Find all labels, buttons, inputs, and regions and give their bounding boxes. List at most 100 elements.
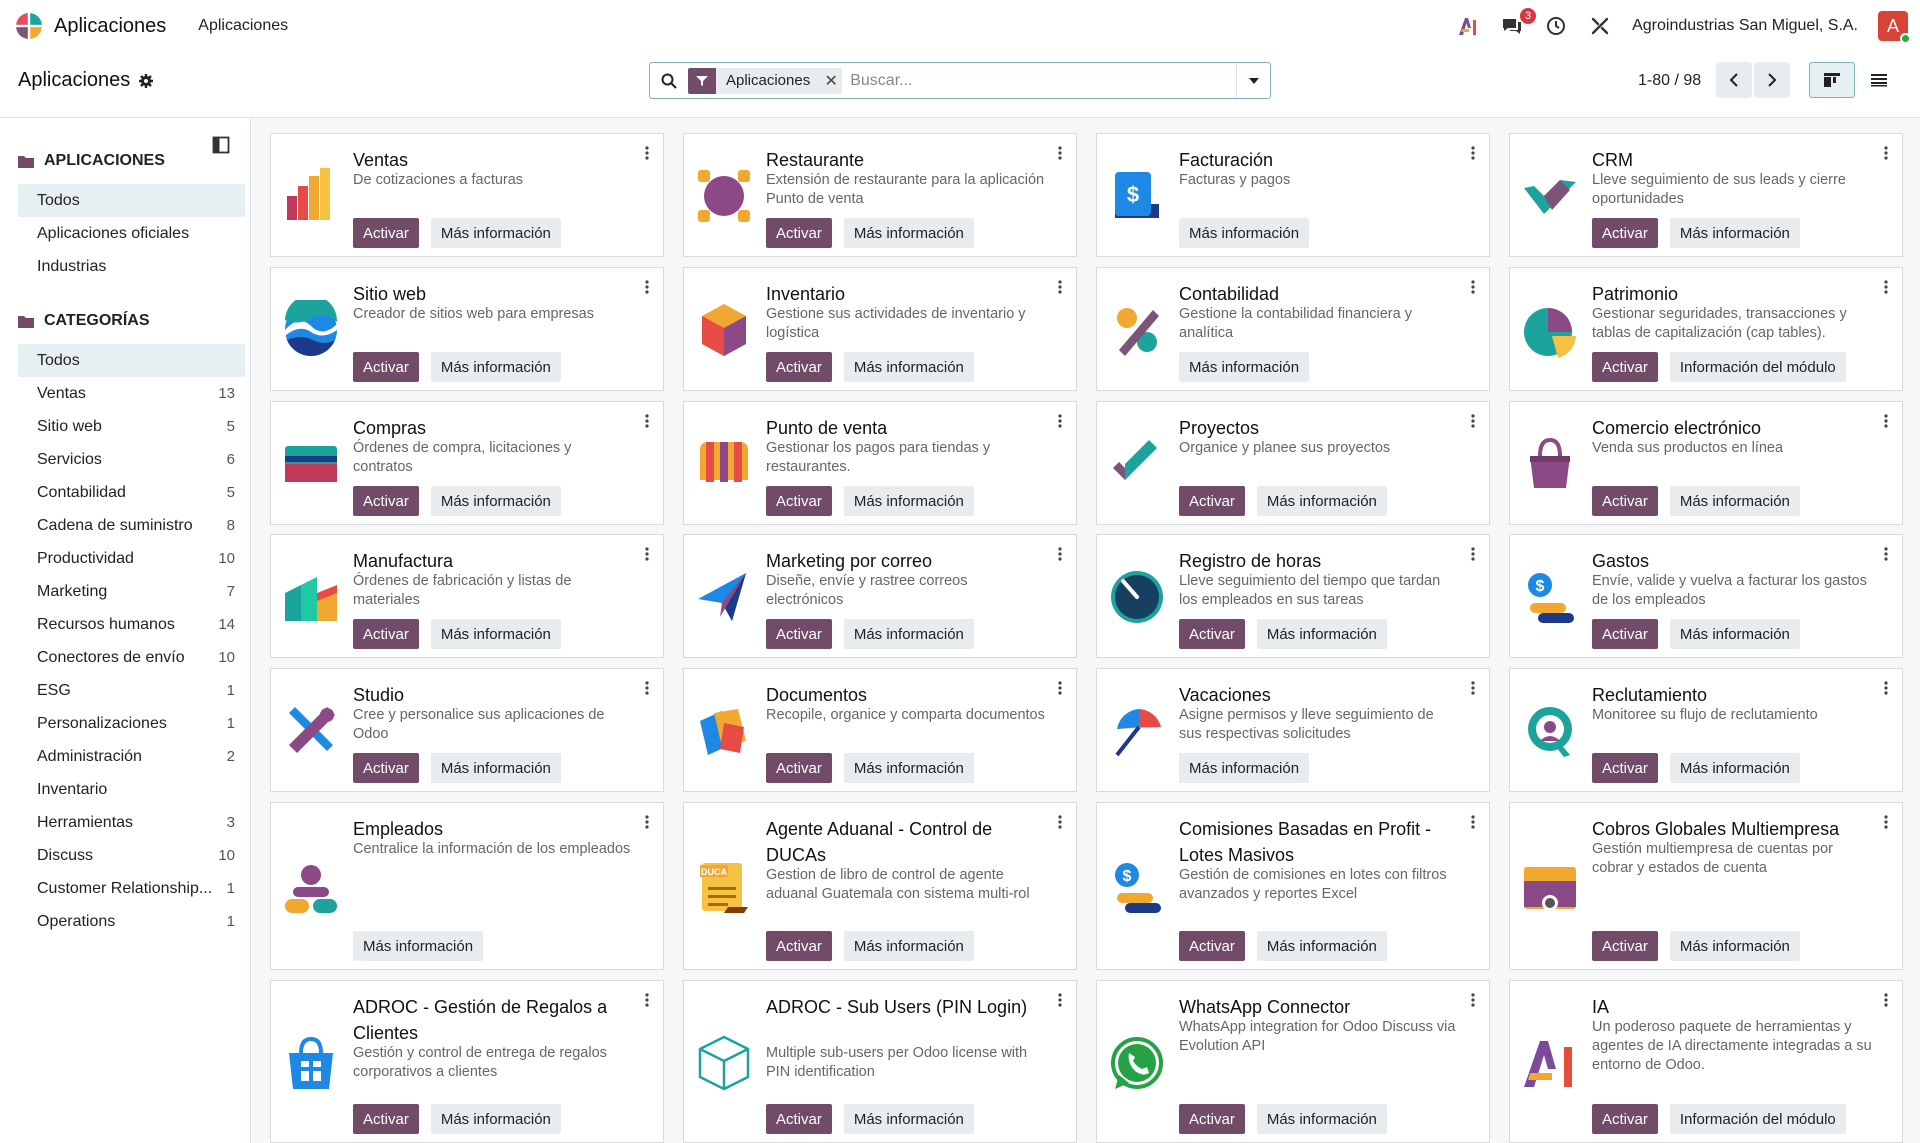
kebab-menu-icon[interactable] xyxy=(1471,815,1477,831)
more-info-button[interactable]: Más información xyxy=(843,218,974,248)
apps-filter-item-all[interactable]: Todos xyxy=(18,184,245,217)
activate-button[interactable]: Activar xyxy=(1592,352,1658,382)
category-item[interactable]: Contabilidad 5 xyxy=(18,476,245,509)
nav-menu-apps[interactable]: Aplicaciones xyxy=(198,17,288,35)
kebab-menu-icon[interactable] xyxy=(1471,547,1477,563)
module-info-button[interactable]: Información del módulo xyxy=(1669,1104,1846,1134)
app-card[interactable]: Contabilidad Gestione la contabilidad fin… xyxy=(1096,267,1490,391)
app-card[interactable]: Comercio electrónico Venda sus productos … xyxy=(1509,401,1903,525)
more-info-button[interactable]: Más información xyxy=(1179,218,1310,248)
apps-filter-item-official[interactable]: Aplicaciones oficiales xyxy=(18,217,245,250)
kebab-menu-icon[interactable] xyxy=(1471,414,1477,430)
app-card[interactable]: Vacaciones Asigne permisos y lleve seguim… xyxy=(1096,668,1490,792)
search-input[interactable] xyxy=(850,65,1236,96)
activate-button[interactable]: Activar xyxy=(353,753,419,783)
app-card[interactable]: Studio Cree y personalice sus aplicacione… xyxy=(270,668,664,792)
app-card[interactable]: $ Facturación Facturas y pagos Más informac… xyxy=(1096,133,1490,257)
activate-button[interactable]: Activar xyxy=(353,619,419,649)
category-item[interactable]: Discuss 10 xyxy=(18,839,245,872)
app-card[interactable]: Proyectos Organice y planee sus proyectos… xyxy=(1096,401,1490,525)
category-item[interactable]: Inventario xyxy=(18,773,245,806)
pager-value[interactable]: 1-80 / 98 xyxy=(1638,72,1701,90)
kebab-menu-icon[interactable] xyxy=(1884,547,1890,563)
category-item[interactable]: Marketing 7 xyxy=(18,575,245,608)
activate-button[interactable]: Activar xyxy=(1592,1104,1658,1134)
activate-button[interactable]: Activar xyxy=(766,1104,832,1134)
more-info-button[interactable]: Más información xyxy=(843,352,974,382)
kebab-menu-icon[interactable] xyxy=(1471,993,1477,1009)
more-info-button[interactable]: Más información xyxy=(1179,753,1310,783)
activate-button[interactable]: Activar xyxy=(353,1104,419,1134)
app-card[interactable]: IA Un poderoso paquete de herramientas y … xyxy=(1509,980,1903,1143)
kebab-menu-icon[interactable] xyxy=(645,993,651,1009)
category-item[interactable]: Ventas 13 xyxy=(18,377,245,410)
app-card[interactable]: Cobros Globales Multiempresa Gestión mult… xyxy=(1509,802,1903,970)
activate-button[interactable]: Activar xyxy=(766,486,832,516)
apps-filter-item-industries[interactable]: Industrias xyxy=(18,250,245,283)
kebab-menu-icon[interactable] xyxy=(1058,681,1064,697)
kanban-view-button[interactable] xyxy=(1809,62,1855,98)
more-info-button[interactable]: Más información xyxy=(843,619,974,649)
kebab-menu-icon[interactable] xyxy=(1058,547,1064,563)
kebab-menu-icon[interactable] xyxy=(1058,993,1064,1009)
app-card[interactable]: Reclutamiento Monitoree su flujo de reclu… xyxy=(1509,668,1903,792)
kebab-menu-icon[interactable] xyxy=(1058,146,1064,162)
activate-button[interactable]: Activar xyxy=(1592,619,1658,649)
activity-clock-icon[interactable] xyxy=(1544,14,1568,38)
app-card[interactable]: Patrimonio Gestionar seguridades, transac… xyxy=(1509,267,1903,391)
kebab-menu-icon[interactable] xyxy=(645,681,651,697)
activate-button[interactable]: Activar xyxy=(766,931,832,961)
odoo-apps-logo-icon[interactable] xyxy=(14,11,44,41)
category-item[interactable]: Servicios 6 xyxy=(18,443,245,476)
category-item[interactable]: Administración 2 xyxy=(18,740,245,773)
app-card[interactable]: Marketing por correo Diseñe, envíe y rast… xyxy=(683,534,1077,658)
kebab-menu-icon[interactable] xyxy=(1058,815,1064,831)
messages-icon[interactable]: 3 xyxy=(1500,8,1537,38)
category-item[interactable]: Conectores de envío 10 xyxy=(18,641,245,674)
category-item[interactable]: ESG 1 xyxy=(18,674,245,707)
activate-button[interactable]: Activar xyxy=(353,352,419,382)
more-info-button[interactable]: Más información xyxy=(430,619,561,649)
kebab-menu-icon[interactable] xyxy=(645,280,651,296)
kebab-menu-icon[interactable] xyxy=(1884,146,1890,162)
app-card[interactable]: Restaurante Extensión de restaurante para… xyxy=(683,133,1077,257)
gear-icon[interactable] xyxy=(138,73,154,89)
more-info-button[interactable]: Más información xyxy=(843,753,974,783)
ai-assistant-icon[interactable] xyxy=(1456,14,1480,38)
activate-button[interactable]: Activar xyxy=(1179,486,1245,516)
activate-button[interactable]: Activar xyxy=(766,619,832,649)
more-info-button[interactable]: Más información xyxy=(1669,218,1800,248)
category-item[interactable]: Sitio web 5 xyxy=(18,410,245,443)
more-info-button[interactable]: Más información xyxy=(353,931,484,961)
app-card[interactable]: Manufactura Órdenes de fabricación y list… xyxy=(270,534,664,658)
pager-next-button[interactable] xyxy=(1754,62,1790,98)
category-item[interactable]: Herramientas 3 xyxy=(18,806,245,839)
kebab-menu-icon[interactable] xyxy=(1884,414,1890,430)
app-card[interactable]: Empleados Centralice la información de lo… xyxy=(270,802,664,970)
activate-button[interactable]: Activar xyxy=(353,218,419,248)
company-switcher[interactable]: Agroindustrias San Miguel, S.A. xyxy=(1632,17,1858,35)
app-card[interactable]: Compras Órdenes de compra, licitaciones y… xyxy=(270,401,664,525)
more-info-button[interactable]: Más información xyxy=(1669,486,1800,516)
activate-button[interactable]: Activar xyxy=(766,753,832,783)
app-card[interactable]: DUCA Agente Aduanal - Control de DUCAs Ges… xyxy=(683,802,1077,970)
tools-icon[interactable] xyxy=(1588,14,1612,38)
app-card[interactable]: Ventas De cotizaciones a facturas Activar M… xyxy=(270,133,664,257)
app-card[interactable]: ADROC - Gestión de Regalos a Clientes Ges… xyxy=(270,980,664,1143)
more-info-button[interactable]: Más información xyxy=(1256,619,1387,649)
more-info-button[interactable]: Más información xyxy=(430,218,561,248)
more-info-button[interactable]: Más información xyxy=(1256,1104,1387,1134)
kebab-menu-icon[interactable] xyxy=(1471,146,1477,162)
activate-button[interactable]: Activar xyxy=(1179,619,1245,649)
app-card[interactable]: CRM Lleve seguimiento de sus leads y cier… xyxy=(1509,133,1903,257)
app-card[interactable]: $ Comisiones Basadas en Profit - Lotes Ma… xyxy=(1096,802,1490,970)
app-card[interactable]: Inventario Gestione sus actividades de in… xyxy=(683,267,1077,391)
kebab-menu-icon[interactable] xyxy=(1471,280,1477,296)
more-info-button[interactable]: Más información xyxy=(843,486,974,516)
more-info-button[interactable]: Más información xyxy=(1256,486,1387,516)
more-info-button[interactable]: Más información xyxy=(1669,753,1800,783)
more-info-button[interactable]: Más información xyxy=(843,1104,974,1134)
more-info-button[interactable]: Más información xyxy=(430,486,561,516)
kebab-menu-icon[interactable] xyxy=(1884,681,1890,697)
app-card[interactable]: Registro de horas Lleve seguimiento del t… xyxy=(1096,534,1490,658)
